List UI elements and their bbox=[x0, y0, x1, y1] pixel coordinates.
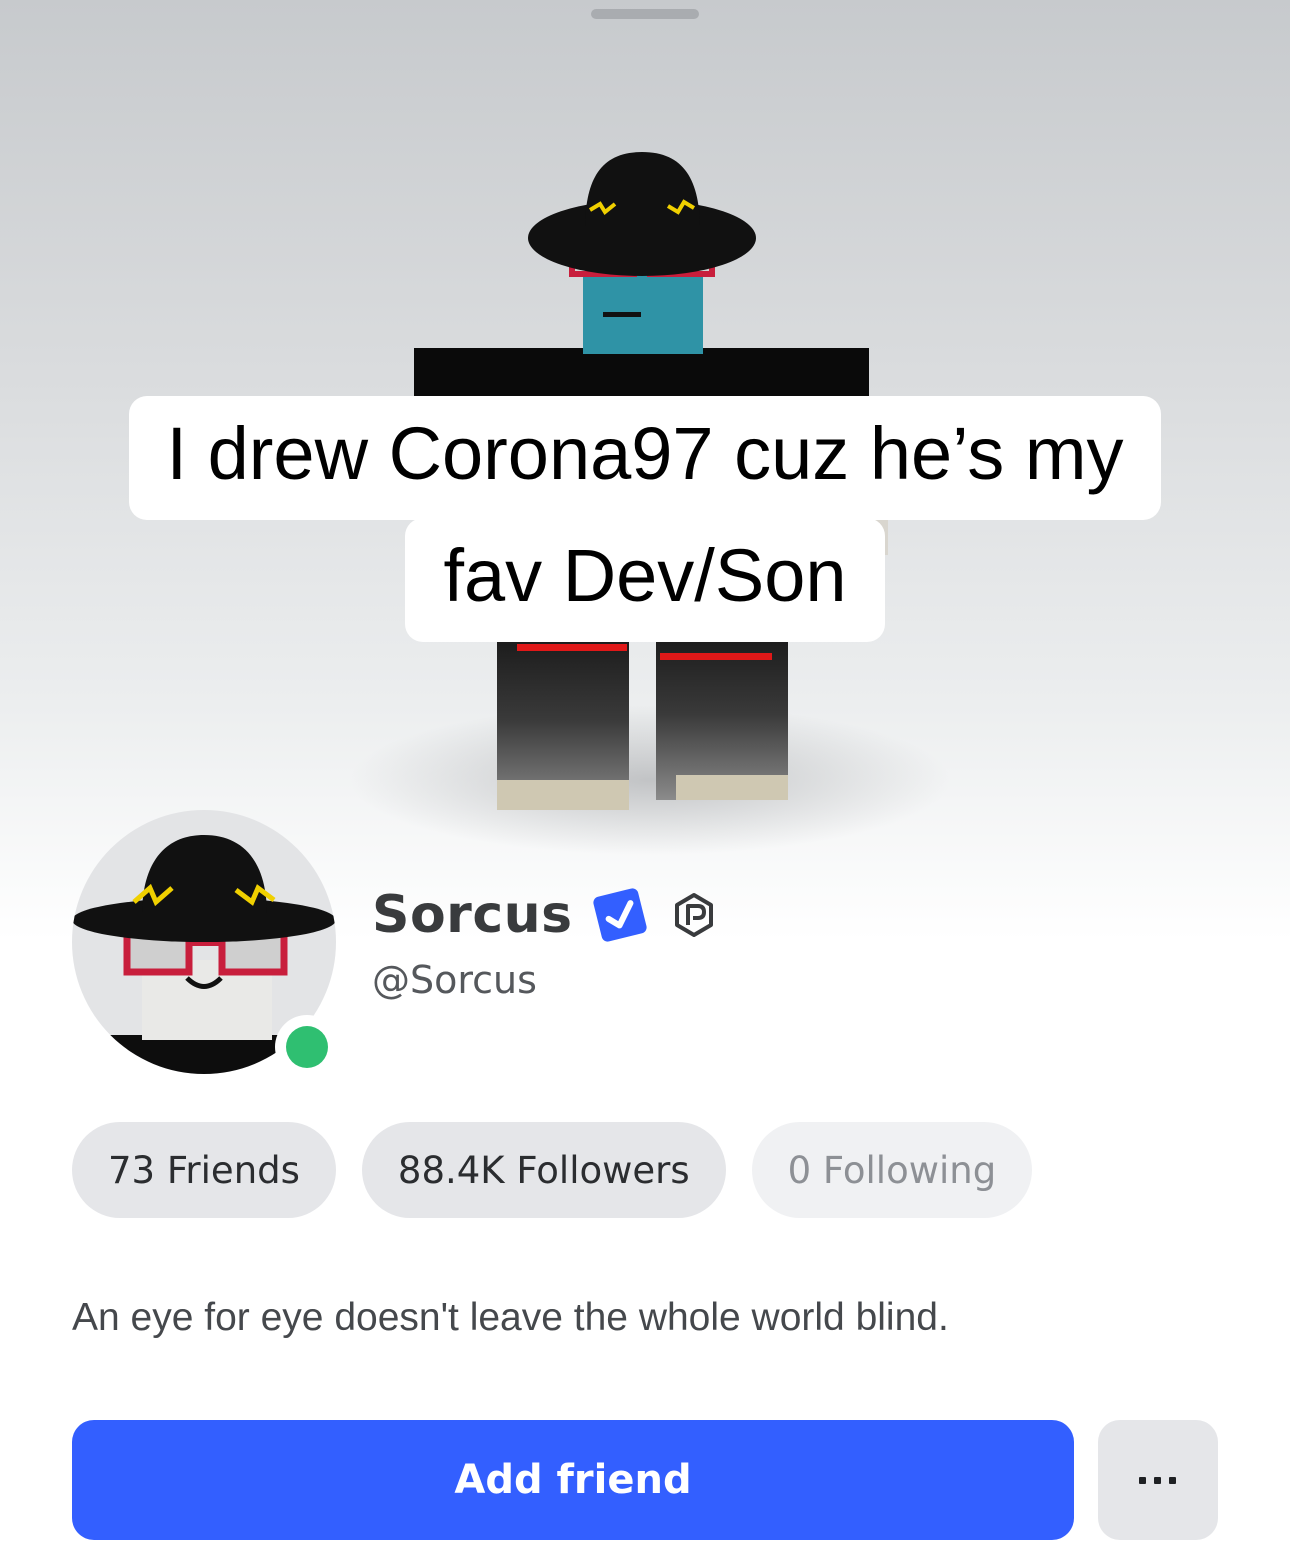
followers-count-button[interactable]: 88.4K Followers bbox=[361, 1122, 726, 1218]
following-count-button[interactable]: 0 Following bbox=[751, 1122, 1033, 1218]
online-dot bbox=[286, 1026, 328, 1068]
story-caption: I drew Corona97 cuz he’s my fav Dev/Son bbox=[0, 396, 1290, 642]
caption-line-1: I drew Corona97 cuz he’s my bbox=[128, 396, 1162, 520]
caption-line-2: fav Dev/Son bbox=[405, 518, 885, 642]
display-name: Sorcus bbox=[372, 885, 573, 945]
avatar-banner: I drew Corona97 cuz he’s my fav Dev/Son bbox=[0, 0, 1290, 940]
friends-count-button[interactable]: 73 Friends bbox=[72, 1122, 336, 1218]
more-options-button[interactable] bbox=[1098, 1420, 1218, 1540]
verified-badge-icon[interactable] bbox=[591, 886, 649, 944]
add-friend-button[interactable]: Add friend bbox=[72, 1420, 1074, 1540]
online-status-indicator bbox=[275, 1015, 339, 1079]
profile-bio: An eye for eye doesn't leave the whole w… bbox=[72, 1296, 949, 1339]
premium-icon bbox=[674, 893, 713, 937]
username: @Sorcus bbox=[372, 958, 537, 1002]
more-horizontal-icon bbox=[1139, 1477, 1176, 1484]
profile-stats: 73 Friends 88.4K Followers 0 Following bbox=[72, 1122, 1033, 1218]
display-name-row: Sorcus bbox=[372, 880, 717, 950]
